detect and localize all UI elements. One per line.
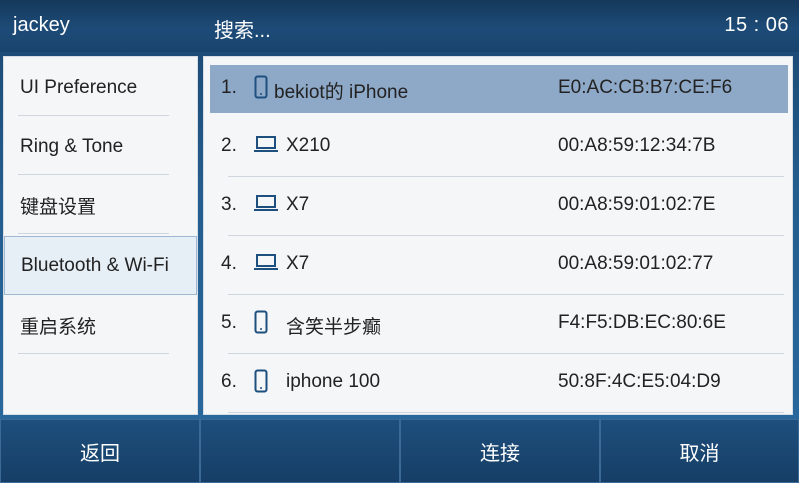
- device-name: X7: [286, 194, 310, 215]
- menu-item-bluetooth-wifi[interactable]: Bluetooth & Wi-Fi: [4, 236, 197, 295]
- row-index: 3.: [221, 194, 237, 215]
- settings-menu: UI Preference Ring & Tone 键盘设置 Bluetooth…: [3, 56, 198, 415]
- row-index: 4.: [221, 253, 237, 274]
- menu-item-ui-preference[interactable]: UI Preference: [4, 59, 197, 116]
- list-item[interactable]: 2. X210 00:A8:59:12:34:7B: [210, 123, 788, 177]
- device-mac: F4:F5:DB:EC:80:6E: [558, 312, 726, 333]
- menu-item-keyboard-settings[interactable]: 键盘设置: [4, 177, 197, 234]
- divider: [18, 115, 169, 116]
- laptop-icon: [254, 251, 278, 279]
- connect-button[interactable]: 连接: [400, 419, 600, 483]
- device-name: bekiot的 iPhone: [274, 82, 409, 103]
- list-item[interactable]: 6. iphone 100 50:8F:4C:E5:04:D9: [210, 359, 788, 413]
- connect-label: 连接: [480, 442, 520, 465]
- device-name: iphone 100: [286, 371, 381, 392]
- divider: [18, 353, 169, 354]
- menu-item-label: UI Preference: [20, 76, 138, 98]
- menu-item-reboot-system[interactable]: 重启系统: [4, 297, 197, 354]
- device-mac: 50:8F:4C:E5:04:D9: [558, 371, 721, 392]
- menu-item-label: Bluetooth & Wi-Fi: [21, 254, 169, 276]
- row-index: 5.: [221, 312, 237, 333]
- softkey-bar: 返回 连接 取消: [0, 419, 799, 483]
- device-mac: 00:A8:59:01:02:77: [558, 253, 714, 274]
- clock: 15 : 06: [724, 14, 789, 36]
- bluetooth-device-list: 1. bekiot的 iPhone E0:AC:CB:B7:CE:F6 2. X…: [203, 56, 793, 415]
- row-index: 2.: [221, 135, 237, 156]
- phone-icon: [254, 310, 268, 340]
- list-item[interactable]: 3. X7 00:A8:59:01:02:7E: [210, 182, 788, 236]
- row-index: 6.: [221, 371, 237, 392]
- laptop-icon: [254, 133, 278, 161]
- divider: [18, 174, 169, 175]
- divider: [18, 233, 169, 234]
- row-index: 1.: [221, 77, 237, 98]
- menu-item-label: 重启系统: [20, 317, 97, 338]
- cancel-label: 取消: [679, 442, 720, 465]
- laptop-icon: [254, 192, 278, 220]
- list-item[interactable]: 1. bekiot的 iPhone E0:AC:CB:B7:CE:F6: [210, 65, 788, 113]
- device-mac: 00:A8:59:01:02:7E: [558, 194, 716, 215]
- device-name: X210: [286, 135, 331, 156]
- cancel-button[interactable]: 取消: [600, 419, 799, 483]
- back-label: 返回: [80, 442, 120, 465]
- menu-item-ring-tone[interactable]: Ring & Tone: [4, 118, 197, 175]
- device-name: X7: [286, 253, 310, 274]
- divider: [228, 412, 784, 413]
- phone-icon: [254, 75, 268, 105]
- status-bar: jackey 搜索... 15 : 06: [0, 0, 799, 52]
- device-mac: E0:AC:CB:B7:CE:F6: [558, 77, 733, 98]
- page-title: 搜索...: [214, 20, 271, 42]
- empty-softkey[interactable]: [200, 419, 400, 483]
- divider: [228, 294, 784, 295]
- divider: [228, 176, 784, 177]
- list-item[interactable]: 4. X7 00:A8:59:01:02:77: [210, 241, 788, 295]
- device-mac: 00:A8:59:12:34:7B: [558, 135, 716, 156]
- device-name: 含笑半步癫: [286, 317, 382, 338]
- back-button[interactable]: 返回: [0, 419, 200, 483]
- menu-item-label: Ring & Tone: [20, 135, 124, 157]
- phone-icon: [254, 369, 268, 399]
- account-name: jackey: [13, 14, 70, 36]
- list-item[interactable]: 5. 含笑半步癫 F4:F5:DB:EC:80:6E: [210, 300, 788, 354]
- divider: [228, 353, 784, 354]
- divider: [228, 235, 784, 236]
- menu-item-label: 键盘设置: [20, 197, 97, 218]
